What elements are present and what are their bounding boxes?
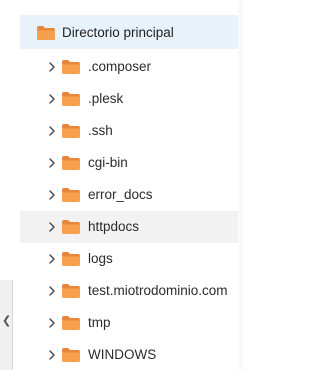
chevron-right-icon[interactable] <box>46 92 58 106</box>
tree-item[interactable]: .ssh <box>20 115 243 147</box>
chevron-right-icon[interactable] <box>46 252 58 266</box>
folder-icon <box>62 188 80 202</box>
tree-item-label: httpdocs <box>88 219 140 234</box>
folder-icon <box>37 26 55 40</box>
tree-item[interactable]: WINDOWS <box>20 339 243 370</box>
tree-item[interactable]: logs <box>20 243 243 275</box>
chevron-right-icon[interactable] <box>46 284 58 298</box>
folder-tree: Directorio principal .composer .plesk .ssh… <box>20 15 243 370</box>
tree-item[interactable]: .plesk <box>20 83 243 115</box>
tree-item-label: test.miotrodominio.com <box>88 283 228 298</box>
chevron-right-icon[interactable] <box>46 316 58 330</box>
tree-item[interactable]: httpdocs <box>20 211 243 243</box>
tree-item[interactable]: test.miotrodominio.com <box>20 275 243 307</box>
collapse-sidebar-handle[interactable]: ❮ <box>0 280 13 370</box>
folder-icon <box>62 124 80 138</box>
tree-item-label: WINDOWS <box>88 347 157 362</box>
scrollbar[interactable] <box>238 0 243 370</box>
tree-item-label: .plesk <box>88 91 124 106</box>
chevron-right-icon[interactable] <box>46 348 58 362</box>
chevron-right-icon[interactable] <box>46 124 58 138</box>
folder-icon <box>62 156 80 170</box>
folder-icon <box>62 284 80 298</box>
tree-item-label: tmp <box>88 315 111 330</box>
tree-root-item[interactable]: Directorio principal <box>20 15 243 49</box>
folder-icon <box>62 220 80 234</box>
chevron-right-icon[interactable] <box>46 188 58 202</box>
chevron-left-icon: ❮ <box>2 315 12 327</box>
folder-icon <box>62 316 80 330</box>
chevron-right-icon[interactable] <box>46 156 58 170</box>
folder-icon <box>62 348 80 362</box>
tree-item[interactable]: .composer <box>20 51 243 83</box>
tree-item[interactable]: cgi-bin <box>20 147 243 179</box>
folder-icon <box>62 252 80 266</box>
chevron-right-icon[interactable] <box>46 220 58 234</box>
tree-item-label: .composer <box>88 59 152 74</box>
tree-item-label: .ssh <box>88 123 113 138</box>
tree-item-label: logs <box>88 251 113 266</box>
folder-icon <box>62 60 80 74</box>
tree-root-label: Directorio principal <box>62 25 174 40</box>
tree-item-label: cgi-bin <box>88 155 128 170</box>
chevron-right-icon[interactable] <box>46 60 58 74</box>
tree-item-label: error_docs <box>88 187 153 202</box>
folder-icon <box>62 92 80 106</box>
tree-item[interactable]: error_docs <box>20 179 243 211</box>
file-tree-panel: ❮ Directorio principal .composer .plesk .s… <box>0 0 243 370</box>
tree-item[interactable]: tmp <box>20 307 243 339</box>
